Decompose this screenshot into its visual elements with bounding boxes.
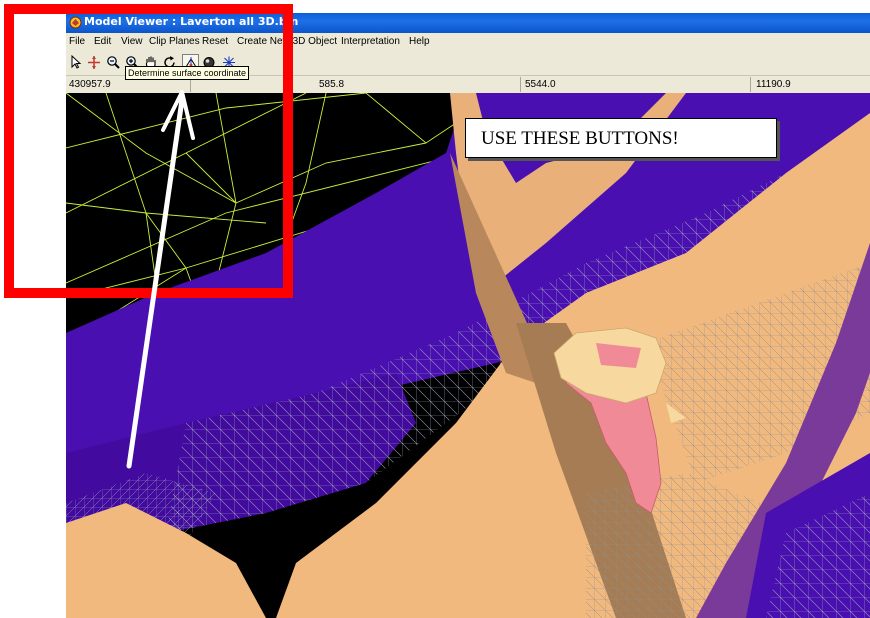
button-tooltip: Determine surface coordinate <box>125 66 250 80</box>
instruction-callout: USE THESE BUTTONS! <box>465 118 777 158</box>
menu-edit[interactable]: Edit <box>94 36 111 47</box>
zoom-out-icon <box>107 56 120 69</box>
move-cross-icon <box>88 56 100 69</box>
menu-file[interactable]: File <box>69 36 85 47</box>
model-viewer-window: Model Viewer : Laverton all 3D.bin File … <box>66 13 870 618</box>
coord-w-value: 11190.9 <box>756 79 791 90</box>
menu-interpretation[interactable]: Interpretation <box>341 36 400 47</box>
zoom-out-button[interactable] <box>105 54 122 72</box>
menu-bar: File Edit View Clip Planes Reset Create … <box>66 33 870 51</box>
title-bar[interactable]: Model Viewer : Laverton all 3D.bin <box>66 13 870 33</box>
3d-viewport[interactable] <box>66 93 870 618</box>
coord-w-field: 11190.9 <box>751 77 870 92</box>
menu-clip-planes[interactable]: Clip Planes <box>149 36 200 47</box>
app-icon <box>69 16 82 29</box>
menu-view[interactable]: View <box>121 36 143 47</box>
menu-reset[interactable]: Reset <box>202 36 228 47</box>
coord-z-field: 5544.0 <box>521 77 751 92</box>
scene-canvas[interactable] <box>66 93 870 618</box>
window-title: Model Viewer : Laverton all 3D.bin <box>84 15 299 28</box>
coord-y-value: 585.8 <box>319 79 345 90</box>
pointer-button[interactable] <box>68 54 85 72</box>
menu-help[interactable]: Help <box>409 36 430 47</box>
move-button[interactable] <box>86 54 103 72</box>
menu-create-new-3d-object[interactable]: Create New 3D Object <box>237 36 337 47</box>
coord-z-value: 5544.0 <box>525 79 556 90</box>
coord-x-value: 430957.9 <box>69 79 111 90</box>
pointer-arrow-icon <box>71 55 82 69</box>
